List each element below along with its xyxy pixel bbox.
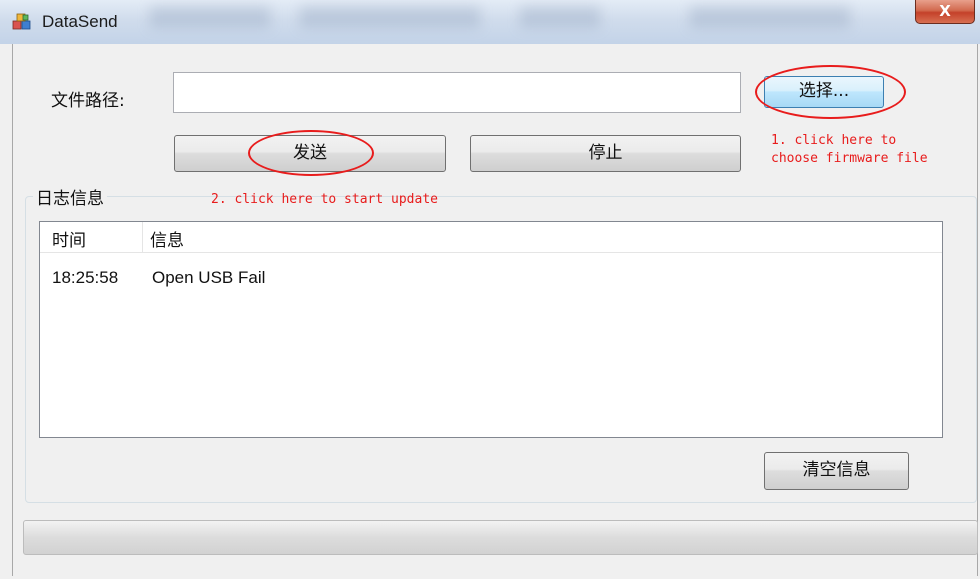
column-header-message[interactable]: 信息 [150, 226, 184, 251]
clear-log-button[interactable]: 清空信息 [764, 452, 909, 490]
progress-bar [23, 520, 978, 555]
close-button[interactable]: X [915, 0, 975, 24]
browse-highlight-ellipse [755, 65, 906, 119]
client-area: 文件路径: 选择... 1. click here to choose firm… [12, 44, 978, 576]
log-row-message: Open USB Fail [152, 268, 266, 287]
title-bar: DataSend X [0, 0, 980, 44]
stop-button[interactable]: 停止 [470, 135, 741, 172]
send-highlight-ellipse [248, 130, 374, 176]
datasend-window: DataSend X 文件路径: 选择... 1. click here to … [0, 0, 980, 579]
log-group-title: 日志信息 [33, 184, 107, 209]
window-title: DataSend [42, 12, 118, 31]
app-icon [12, 13, 31, 30]
file-path-input[interactable] [173, 72, 741, 113]
annotation-step2: 2. click here to start update [211, 192, 438, 207]
annotation-step1-line1: 1. click here to [771, 133, 897, 148]
log-row[interactable]: 18:25:58 Open USB Fail [40, 266, 942, 292]
annotation-step1-line2: choose firmware file [771, 151, 928, 166]
log-list[interactable]: 时间 信息 18:25:58 Open USB Fail [39, 221, 943, 438]
log-list-header: 时间 信息 [40, 222, 942, 253]
file-path-label: 文件路径: [51, 91, 125, 111]
log-row-time: 18:25:58 [52, 268, 119, 287]
column-header-time[interactable]: 时间 [52, 226, 86, 251]
